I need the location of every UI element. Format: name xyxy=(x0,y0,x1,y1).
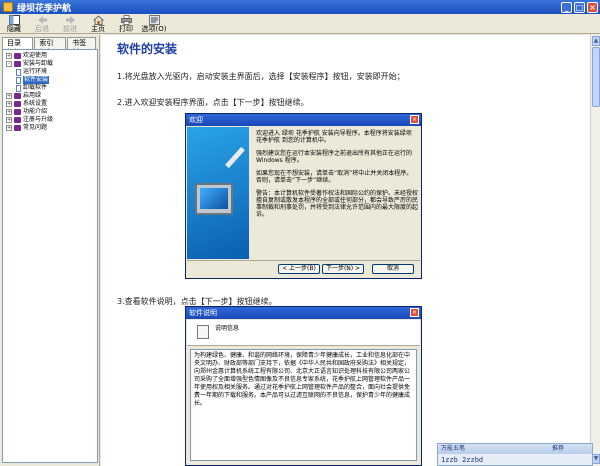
back-icon xyxy=(37,16,47,24)
book-icon xyxy=(14,117,21,123)
back-label: 后退 xyxy=(35,25,49,33)
tree-item-uninstall[interactable]: 卸载软件 xyxy=(6,84,97,92)
expand-icon[interactable]: + xyxy=(6,93,12,99)
tree-item-welcome[interactable]: + 欢迎使用 xyxy=(6,52,97,60)
welcome-dialog-screenshot: 欢迎 × 欢迎进入 绿坝 花季护航 安装向导程序。本程序将安装绿坝 花季护航 到… xyxy=(185,113,422,279)
home-button[interactable]: 主页 xyxy=(86,14,110,34)
book-icon xyxy=(14,125,21,131)
tree-item-install-uninstall[interactable]: - 安装与卸载 xyxy=(6,60,97,68)
hide-label: 隐藏 xyxy=(7,25,21,33)
ime-candidates[interactable]: 1zzb 2zzbd xyxy=(438,454,592,466)
readme-header-text: 说明信息 xyxy=(215,325,240,332)
welcome-paragraph-1: 欢迎进入 绿坝 花季护航 安装向导程序。本程序将安装绿坝 花季护航 到您的计算机… xyxy=(256,130,412,144)
print-label: 打印 xyxy=(119,25,133,33)
collapse-icon[interactable]: - xyxy=(6,61,12,67)
contents-tree: + 欢迎使用 - 安装与卸载 运行环境 软件安装 卸载软件 + 启用绿 + 系统设置 +… xyxy=(2,49,98,463)
hide-pane-icon xyxy=(8,15,20,25)
close-button[interactable]: × xyxy=(587,1,598,13)
options-label: 选项(O) xyxy=(141,25,167,33)
ime-header: 万能五笔 推荐 xyxy=(438,444,592,454)
tab-bookmarks[interactable]: 书签(I) xyxy=(67,37,96,56)
tree-item-register[interactable]: + 注册与升级 xyxy=(6,116,97,124)
ime-candidate-widget: 万能五笔 推荐 1zzb 2zzbd xyxy=(437,443,593,466)
readme-dialog-titlebar: 软件说明 × xyxy=(186,307,421,319)
expand-icon[interactable]: + xyxy=(6,117,12,123)
document-icon xyxy=(197,325,209,339)
back-step-button: < 上一步(B) xyxy=(278,264,320,274)
monitor-icon xyxy=(195,183,233,215)
step-2-text: 2.进入欢迎安装程序界面，点击【下一步】按钮继续。 xyxy=(117,98,309,107)
home-label: 主页 xyxy=(91,25,105,33)
book-icon xyxy=(14,53,21,59)
open-book-icon xyxy=(14,61,21,67)
tree-item-enable[interactable]: + 启用绿 xyxy=(6,92,97,100)
page-icon xyxy=(16,68,21,76)
hide-button[interactable]: 隐藏 xyxy=(2,14,26,34)
toolbar: 隐藏 后退 前进 主页 打印 选项(O) xyxy=(0,14,600,34)
expand-icon[interactable]: + xyxy=(6,125,12,131)
minimize-button[interactable]: _ xyxy=(561,1,572,13)
step-1-text: 1.将光盘放入光驱内，启动安装主界面后，选择【安装程序】按钮，安装即开始； xyxy=(117,72,405,81)
cancel-button: 取消 xyxy=(372,264,414,274)
book-icon xyxy=(14,109,21,115)
scroll-down-icon[interactable]: ▼ xyxy=(592,454,600,464)
maximize-button[interactable]: □ xyxy=(574,1,585,13)
expand-icon[interactable]: + xyxy=(6,109,12,115)
book-icon xyxy=(14,93,21,99)
ime-name: 万能五笔 xyxy=(441,445,466,452)
scroll-thumb[interactable] xyxy=(592,47,600,107)
tree-item-environment[interactable]: 运行环境 xyxy=(6,68,97,76)
book-icon xyxy=(14,101,21,107)
home-icon xyxy=(92,15,104,25)
forward-icon xyxy=(65,16,75,24)
title-bar: 绿坝花季护航 _ □ × xyxy=(0,0,600,14)
setup-illustration xyxy=(187,127,249,259)
tree-item-features[interactable]: + 功能介绍 xyxy=(6,108,97,116)
welcome-paragraph-2: 强烈建议您在运行本安装程序之前退出所有其他正在运行的 Windows 程序。 xyxy=(256,150,413,164)
expand-icon[interactable]: + xyxy=(6,101,12,107)
navigation-pane: 目录(C) 索引(N) 书签(I) +欢迎使用 -安装与卸载 运行环境 软件安装… xyxy=(0,35,100,466)
nav-tabs: 目录(C) 索引(N) 书签(I) xyxy=(0,35,99,56)
forward-label: 前进 xyxy=(63,25,77,33)
window-title: 绿坝花季护航 xyxy=(17,3,72,14)
readme-dialog-screenshot: 软件说明 × 说明信息 为构建绿色、健康、和谐的网络环境，保障青少年健康成长，工… xyxy=(185,306,422,466)
ime-recommend[interactable]: 推荐 xyxy=(552,444,592,454)
print-button[interactable]: 打印 xyxy=(114,14,138,34)
page-icon xyxy=(16,84,21,92)
tab-index[interactable]: 索引(N) xyxy=(34,37,67,56)
next-step-button: 下一步(N) > xyxy=(322,264,364,274)
scroll-up-icon[interactable]: ▲ xyxy=(592,36,600,46)
welcome-dialog-body: 欢迎进入 绿坝 花季护航 安装向导程序。本程序将安装绿坝 花季护航 到您的计算机… xyxy=(256,130,418,224)
tree-item-software-install[interactable]: 软件安装 xyxy=(6,76,97,84)
readme-textbox: 为构建绿色、健康、和谐的网络环境，保障青少年健康成长，工业和信息化部在中央文明办… xyxy=(190,349,417,461)
pen-icon xyxy=(225,146,245,169)
options-icon xyxy=(148,15,160,25)
readme-dialog-title: 软件说明 xyxy=(189,309,217,317)
back-button[interactable]: 后退 xyxy=(30,14,54,34)
welcome-paragraph-3: 如果您现在不想安装，请单击“取消”将中止并关闭本程序。否则，请单击“下一步”继续… xyxy=(256,170,413,184)
welcome-paragraph-4: 警告：本计算机软件受著作权法和国际公约的保护。未经授权擅自复制或散发本程序的全部… xyxy=(256,190,419,218)
page-icon xyxy=(16,76,21,84)
help-content: 软件的安装 1.将光盘放入光驱内，启动安装主界面后，选择【安装程序】按钮，安装即… xyxy=(101,35,590,466)
expand-icon[interactable]: + xyxy=(6,53,12,59)
divider xyxy=(187,260,420,261)
readme-header: 说明信息 xyxy=(187,320,420,346)
close-icon: × xyxy=(410,115,419,124)
print-icon xyxy=(120,15,132,25)
welcome-dialog-titlebar: 欢迎 × xyxy=(186,114,421,126)
welcome-dialog-title: 欢迎 xyxy=(189,116,203,124)
page-title: 软件的安装 xyxy=(117,42,178,56)
tree-item-faq[interactable]: + 常见问题 xyxy=(6,124,97,132)
app-icon xyxy=(3,2,13,12)
forward-button[interactable]: 前进 xyxy=(58,14,82,34)
options-button[interactable]: 选项(O) xyxy=(141,14,167,34)
tree-item-settings[interactable]: + 系统设置 xyxy=(6,100,97,108)
content-scrollbar[interactable]: ▲ ▼ xyxy=(590,35,600,466)
close-icon: × xyxy=(410,308,419,317)
